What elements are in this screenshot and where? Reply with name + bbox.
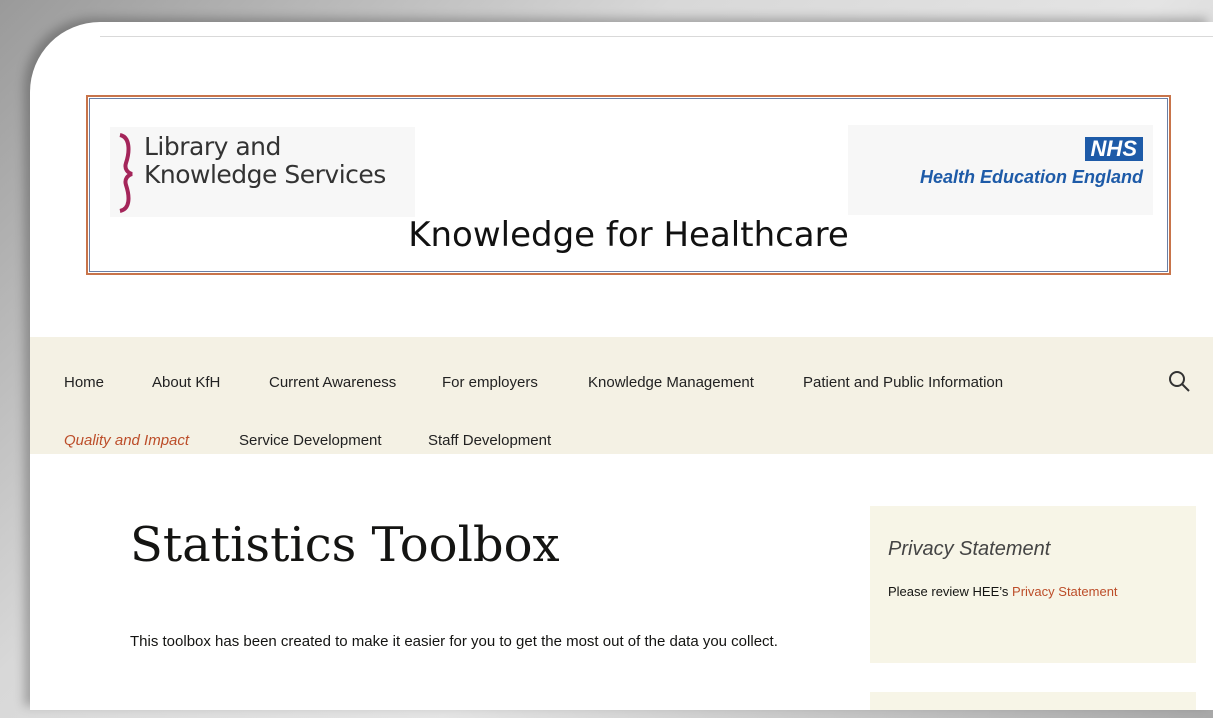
search-icon[interactable]: [1168, 370, 1190, 392]
nav-current-awareness[interactable]: Current Awareness: [269, 374, 396, 391]
top-divider: [100, 36, 1213, 37]
main-navigation: Home About KfH Current Awareness For emp…: [30, 337, 1213, 454]
nhs-hee-logo: NHS Health Education England: [848, 125, 1153, 215]
nav-patient-public-info[interactable]: Patient and Public Information: [803, 374, 1003, 391]
browser-page: Library and Knowledge Services NHS Healt…: [30, 22, 1213, 710]
lks-logo: Library and Knowledge Services: [110, 127, 415, 217]
lks-logo-text: Library and Knowledge Services: [144, 133, 386, 189]
hee-org-name: Health Education England: [919, 167, 1143, 187]
page-title: Statistics Toolbox: [130, 517, 560, 573]
nav-staff-development[interactable]: Staff Development: [428, 432, 551, 449]
widget-text-prefix: Please review HEE’s: [888, 584, 1013, 599]
brace-icon: [119, 133, 133, 213]
sidebar-widget-2: [870, 692, 1196, 710]
nav-service-development[interactable]: Service Development: [239, 432, 382, 449]
nav-home[interactable]: Home: [64, 374, 104, 391]
nav-about-kfh[interactable]: About KfH: [152, 374, 220, 391]
lks-line-1: Library and: [144, 132, 281, 161]
widget-title: Privacy Statement: [888, 538, 1051, 560]
privacy-statement-link[interactable]: Privacy Statement: [1012, 584, 1118, 599]
lks-line-2: Knowledge Services: [144, 160, 386, 189]
site-title: Knowledge for Healthcare: [408, 215, 849, 255]
nav-for-employers[interactable]: For employers: [442, 374, 538, 391]
widget-text: Please review HEE’s Privacy Statement: [888, 584, 1118, 599]
intro-paragraph: This toolbox has been created to make it…: [130, 633, 778, 650]
site-header-banner[interactable]: Library and Knowledge Services NHS Healt…: [86, 95, 1171, 275]
nav-quality-and-impact[interactable]: Quality and Impact: [64, 432, 189, 449]
privacy-widget: Privacy Statement Please review HEE’s Pr…: [870, 506, 1196, 663]
nav-knowledge-management[interactable]: Knowledge Management: [588, 374, 754, 391]
nhs-badge: NHS: [1084, 137, 1143, 161]
